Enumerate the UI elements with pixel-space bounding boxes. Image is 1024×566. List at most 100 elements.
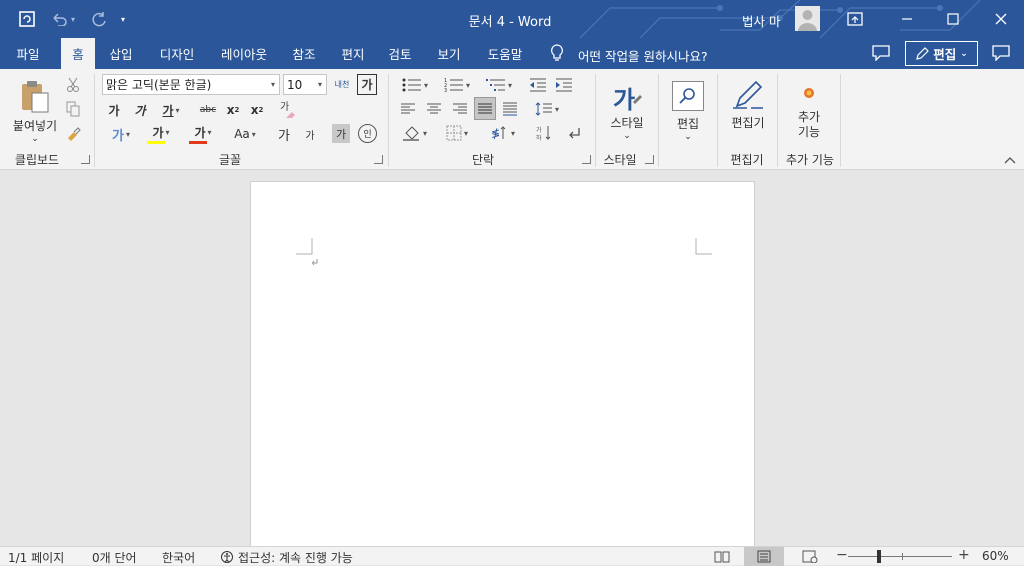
grow-font-label: 가 <box>278 128 290 144</box>
svg-text:3: 3 <box>444 88 447 92</box>
underline-button[interactable]: 가 ▾ <box>156 100 186 120</box>
increase-indent-icon[interactable] <box>554 75 574 95</box>
numbering-button[interactable]: 1 2 3 ▾ <box>440 75 474 95</box>
language-indicator[interactable]: 한국어 <box>162 549 195 566</box>
font-group-label: 글꼴 <box>218 153 242 167</box>
minimize-icon[interactable] <box>884 0 930 38</box>
clear-formatting-icon[interactable]: 가 <box>278 99 298 121</box>
read-mode-icon[interactable] <box>714 550 730 563</box>
undo-dropdown-icon[interactable]: ▾ <box>68 9 78 29</box>
editing-mode-button[interactable]: 편집 ⌄ <box>905 41 978 66</box>
document-page[interactable] <box>250 181 755 551</box>
styles-launcher-icon[interactable] <box>645 155 654 164</box>
phonetic-guide-button[interactable]: 내천 <box>332 74 352 95</box>
superscript-button[interactable]: x2 <box>248 100 266 120</box>
zoom-out-button[interactable]: − <box>836 547 848 563</box>
font-size-field[interactable]: 10 ▾ <box>283 74 327 95</box>
lightbulb-icon[interactable] <box>550 44 564 62</box>
tab-review[interactable]: 검토 <box>381 38 419 69</box>
font-launcher-icon[interactable] <box>374 155 383 164</box>
tab-home[interactable]: 홈 <box>61 38 95 69</box>
italic-button[interactable]: 가 <box>130 100 150 120</box>
share-comment-icon[interactable] <box>992 45 1010 61</box>
align-right-icon[interactable] <box>450 99 470 119</box>
collapse-ribbon-icon[interactable] <box>1002 153 1018 167</box>
ribbon-display-icon[interactable] <box>832 0 878 38</box>
title-bar: ▾ ▾ 문서 4 - Word 법사 마 <box>0 0 1024 38</box>
print-layout-button[interactable] <box>744 547 784 566</box>
align-left-icon[interactable] <box>398 99 418 119</box>
ribbon: 붙여넣기 ⌄ 클립보드 맑은 고딕(본문 한글) ▾ 10 ▾ 내천 가 가 가… <box>0 69 1024 170</box>
superscript-label: x <box>250 103 259 117</box>
styles-button[interactable]: 가 스타일 ⌄ <box>604 75 650 147</box>
tab-view[interactable]: 보기 <box>430 38 468 69</box>
bullets-button[interactable]: ▾ <box>398 75 432 95</box>
customize-toolbar-icon[interactable]: ▾ <box>116 9 130 29</box>
enclose-characters-button[interactable]: 인 <box>358 124 377 143</box>
tab-references[interactable]: 참조 <box>285 38 323 69</box>
page-count[interactable]: 1/1 페이지 <box>8 549 64 566</box>
accessibility-icon[interactable] <box>220 550 236 564</box>
tab-mailings[interactable]: 편지 <box>334 38 372 69</box>
text-effects-button[interactable]: 가 ▾ <box>104 124 138 144</box>
avatar[interactable] <box>795 6 820 31</box>
accessibility-status[interactable]: 접근성: 계속 진행 가능 <box>238 549 353 566</box>
zoom-slider-track[interactable] <box>848 556 952 557</box>
clipboard-group-label: 클립보드 <box>14 153 60 167</box>
grow-font-button[interactable]: 가 <box>274 124 294 144</box>
styles-group-label: 스타일 <box>603 153 637 167</box>
web-layout-icon[interactable] <box>802 550 818 563</box>
asian-layout-button[interactable]: ≸ ▾ <box>486 123 520 143</box>
close-icon[interactable] <box>978 0 1024 38</box>
align-center-icon[interactable] <box>424 99 444 119</box>
highlight-color-button[interactable]: 가 ▾ <box>144 122 178 146</box>
borders-button[interactable]: ▾ <box>440 123 474 143</box>
clipboard-launcher-icon[interactable] <box>81 155 90 164</box>
multilevel-list-button[interactable]: ▾ <box>482 75 516 95</box>
font-name-field[interactable]: 맑은 고딕(본문 한글) ▾ <box>102 74 280 95</box>
show-marks-icon[interactable] <box>564 123 584 143</box>
undo-icon[interactable] <box>48 9 70 29</box>
sort-icon[interactable]: 가하 <box>534 123 554 143</box>
font-color-button[interactable]: 가 ▾ <box>186 122 220 146</box>
styles-icon: 가 <box>613 86 642 114</box>
editor-button[interactable]: 편집기 <box>724 75 772 133</box>
maximize-icon[interactable] <box>930 0 976 38</box>
strikethrough-button[interactable]: abc <box>196 100 220 120</box>
zoom-slider-thumb[interactable] <box>877 550 881 563</box>
tell-me-search[interactable]: 어떤 작업을 원하시나요? <box>578 46 708 65</box>
bold-button[interactable]: 가 <box>104 100 124 120</box>
copy-icon[interactable] <box>64 100 82 118</box>
cut-icon[interactable] <box>64 76 82 94</box>
character-border-button[interactable]: 가 <box>357 74 377 95</box>
tab-layout[interactable]: 레이아웃 <box>212 38 276 69</box>
tab-design[interactable]: 디자인 <box>150 38 204 69</box>
distributed-icon[interactable] <box>500 99 520 119</box>
subscript-button[interactable]: x2 <box>224 100 242 120</box>
tab-help[interactable]: 도움말 <box>479 38 531 69</box>
format-painter-icon[interactable] <box>64 124 82 142</box>
tab-file[interactable]: 파일 <box>8 38 48 69</box>
subscript-label: x <box>226 103 235 117</box>
comments-icon[interactable] <box>872 45 890 61</box>
user-name[interactable]: 법사 마 <box>742 11 780 30</box>
addins-button[interactable]: 추가 기능 <box>786 79 832 147</box>
paragraph-mark-icon <box>311 259 318 266</box>
paste-button[interactable]: 붙여넣기 ⌄ <box>10 75 60 147</box>
character-shading-button[interactable]: 가 <box>332 124 350 143</box>
find-button[interactable]: 편집 ⌄ <box>666 75 710 147</box>
shading-button[interactable]: ▾ <box>398 123 432 143</box>
shrink-font-button[interactable]: 가 <box>300 124 320 144</box>
line-spacing-button[interactable]: ▾ <box>530 99 564 119</box>
document-area <box>0 170 1024 551</box>
word-count[interactable]: 0개 단어 <box>92 549 137 566</box>
change-case-button[interactable]: Aa ▾ <box>228 124 262 144</box>
decrease-indent-icon[interactable] <box>528 75 548 95</box>
zoom-in-button[interactable]: + <box>958 547 970 563</box>
redo-icon[interactable] <box>88 9 110 29</box>
autosave-icon[interactable] <box>16 9 38 29</box>
tab-insert[interactable]: 삽입 <box>102 38 140 69</box>
justify-icon[interactable] <box>474 97 496 120</box>
zoom-level[interactable]: 60% <box>982 549 1009 563</box>
paragraph-launcher-icon[interactable] <box>582 155 591 164</box>
